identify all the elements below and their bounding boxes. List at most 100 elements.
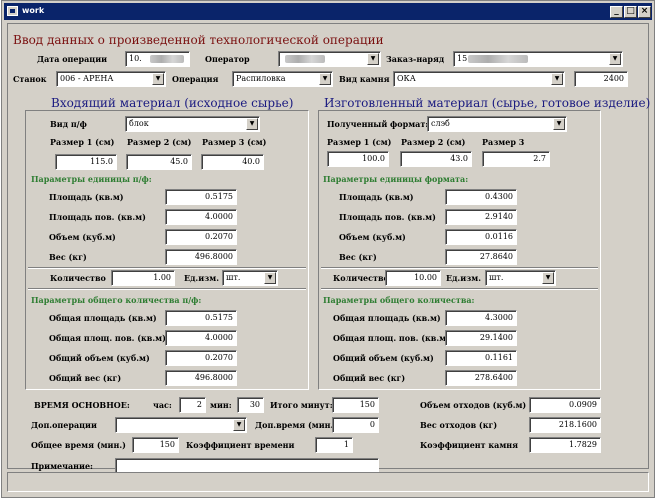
- operation-select[interactable]: Распиловка ▼: [232, 71, 333, 87]
- size1-label: Размер 1 (см): [327, 137, 392, 147]
- produced-size1-field[interactable]: 100.0: [327, 151, 389, 167]
- operator-label: Оператор: [205, 54, 250, 64]
- total-area-reduced-label: Общая площ. пов. (кв.м): [333, 333, 450, 343]
- stone-code-field[interactable]: 2400: [574, 71, 628, 87]
- operator-select[interactable]: ▼: [278, 51, 381, 67]
- date-field[interactable]: 10.: [125, 51, 190, 67]
- chevron-down-icon[interactable]: ▼: [542, 272, 554, 284]
- chevron-down-icon[interactable]: ▼: [319, 73, 331, 85]
- incoming-type-select[interactable]: блок ▼: [125, 116, 260, 132]
- incoming-qty-field[interactable]: 1.00: [111, 270, 175, 286]
- machine-select[interactable]: 006 - АРЕНА ▼: [56, 71, 166, 87]
- chevron-down-icon[interactable]: ▼: [246, 118, 258, 130]
- title-bar[interactable]: work _ □ ×: [4, 3, 652, 20]
- close-icon[interactable]: ×: [638, 6, 651, 18]
- chevron-down-icon[interactable]: ▼: [553, 118, 565, 130]
- chevron-down-icon[interactable]: ▼: [152, 73, 164, 85]
- date-label: Дата операции: [37, 54, 108, 64]
- status-bar: [7, 472, 649, 492]
- area-reduced-label: Площадь пов. (кв.м): [49, 212, 146, 222]
- total-area-reduced-label: Общая площ. пов. (кв.м): [49, 333, 166, 343]
- size2-label: Размер 2 (см): [401, 137, 466, 147]
- produced-qty-field[interactable]: 10.00: [385, 270, 441, 286]
- main-time-label: ВРЕМЯ ОСНОВНОЕ:: [34, 400, 130, 410]
- total-volume-label: Общий объем (куб.м): [333, 353, 434, 363]
- incoming-volume-field[interactable]: 0.2070: [165, 229, 237, 245]
- format-label: Полученный формат:: [327, 119, 429, 129]
- produced-size3-field[interactable]: 2.7: [482, 151, 550, 167]
- stone-select[interactable]: ОКА ▼: [393, 71, 565, 87]
- unit-label: Ед.изм.: [446, 273, 481, 283]
- note-label: Примечание:: [31, 461, 93, 471]
- chevron-down-icon[interactable]: ▼: [264, 272, 276, 284]
- incoming-size1-field[interactable]: 115.0: [55, 154, 117, 170]
- total-params-heading: Параметры общего количества:: [323, 295, 475, 305]
- stone-coef-field[interactable]: 1.7829: [529, 437, 601, 453]
- qty-label: Количество: [50, 273, 106, 283]
- stone-coef-label: Коэффициент камня: [420, 440, 519, 450]
- divider: [321, 288, 598, 290]
- total-area-label: Общая площадь (кв.м): [333, 313, 441, 323]
- produced-unit-select[interactable]: шт. ▼: [485, 270, 556, 286]
- time-coef-label: Коэффициент времени: [186, 440, 295, 450]
- incoming-total-area-field[interactable]: 0.5175: [165, 310, 237, 326]
- time-coef-field[interactable]: 1: [315, 437, 353, 453]
- chevron-down-icon[interactable]: ▼: [367, 53, 379, 65]
- produced-area-field[interactable]: 0.4300: [445, 189, 517, 205]
- incoming-area-reduced-field[interactable]: 4.0000: [165, 209, 237, 225]
- operation-form: Ввод данных о произведенной технологичес…: [7, 23, 650, 474]
- order-select[interactable]: 15 ▼: [453, 51, 623, 67]
- operation-label: Операция: [172, 74, 219, 84]
- minimize-icon[interactable]: _: [610, 6, 623, 18]
- produced-weight-field[interactable]: 27.8640: [445, 249, 517, 265]
- chevron-down-icon[interactable]: ▼: [609, 53, 621, 65]
- total-weight-label: Общий вес (кг): [49, 373, 122, 383]
- total-weight-label: Общий вес (кг): [333, 373, 406, 383]
- divider: [28, 267, 306, 269]
- size1-label: Размер 1 (см): [50, 137, 115, 147]
- unit-params-heading: Параметры единицы формата:: [323, 174, 469, 184]
- waste-weight-label: Вес отходов (кг): [420, 420, 498, 430]
- extra-time-field[interactable]: 0: [332, 417, 379, 433]
- produced-total-area-field[interactable]: 4.3000: [445, 310, 517, 326]
- incoming-total-volume-field[interactable]: 0.2070: [165, 350, 237, 366]
- extra-ops-label: Доп.операции: [31, 420, 97, 430]
- incoming-unit-select[interactable]: шт. ▼: [222, 270, 278, 286]
- volume-label: Объем (куб.м): [339, 232, 406, 242]
- produced-total-area-reduced-field[interactable]: 29.1400: [445, 330, 517, 346]
- incoming-area-field[interactable]: 0.5175: [165, 189, 237, 205]
- incoming-material-title: Входящий материал (исходное сырье): [51, 96, 294, 110]
- chevron-down-icon[interactable]: ▼: [233, 419, 245, 431]
- form-icon: [7, 6, 18, 16]
- produced-size2-field[interactable]: 43.0: [400, 151, 472, 167]
- total-time-field[interactable]: 150: [132, 437, 179, 453]
- waste-volume-field[interactable]: 0.0909: [529, 397, 601, 413]
- incoming-total-weight-field[interactable]: 496.8000: [165, 370, 237, 386]
- window-title: work: [22, 6, 45, 15]
- produced-volume-field[interactable]: 0.0116: [445, 229, 517, 245]
- incoming-size3-field[interactable]: 40.0: [201, 154, 264, 170]
- maximize-icon[interactable]: □: [624, 6, 637, 18]
- total-minutes-field[interactable]: 150: [332, 397, 379, 413]
- unit-params-heading: Параметры единицы п/ф:: [31, 174, 152, 184]
- area-label: Площадь (кв.м): [339, 192, 414, 202]
- hours-field[interactable]: 2: [179, 397, 206, 413]
- incoming-size2-field[interactable]: 45.0: [126, 154, 192, 170]
- produced-area-reduced-field[interactable]: 2.9140: [445, 209, 517, 225]
- machine-label: Станок: [13, 74, 47, 84]
- incoming-weight-field[interactable]: 496.8000: [165, 249, 237, 265]
- produced-type-select[interactable]: слэб ▼: [427, 116, 567, 132]
- chevron-down-icon[interactable]: ▼: [551, 73, 563, 85]
- size2-label: Размер 2 (см): [127, 137, 192, 147]
- redacted-order: [468, 55, 528, 63]
- weight-label: Вес (кг): [49, 252, 87, 262]
- extra-ops-select[interactable]: ▼: [115, 417, 247, 433]
- waste-weight-field[interactable]: 218.1600: [529, 417, 601, 433]
- produced-total-volume-field[interactable]: 0.1161: [445, 350, 517, 366]
- redacted-date: [150, 55, 184, 63]
- type-label: Вид п/ф: [50, 119, 87, 129]
- divider: [28, 288, 306, 290]
- produced-total-weight-field[interactable]: 278.6400: [445, 370, 517, 386]
- incoming-total-area-reduced-field[interactable]: 4.0000: [165, 330, 237, 346]
- minutes-field[interactable]: 30: [237, 397, 264, 413]
